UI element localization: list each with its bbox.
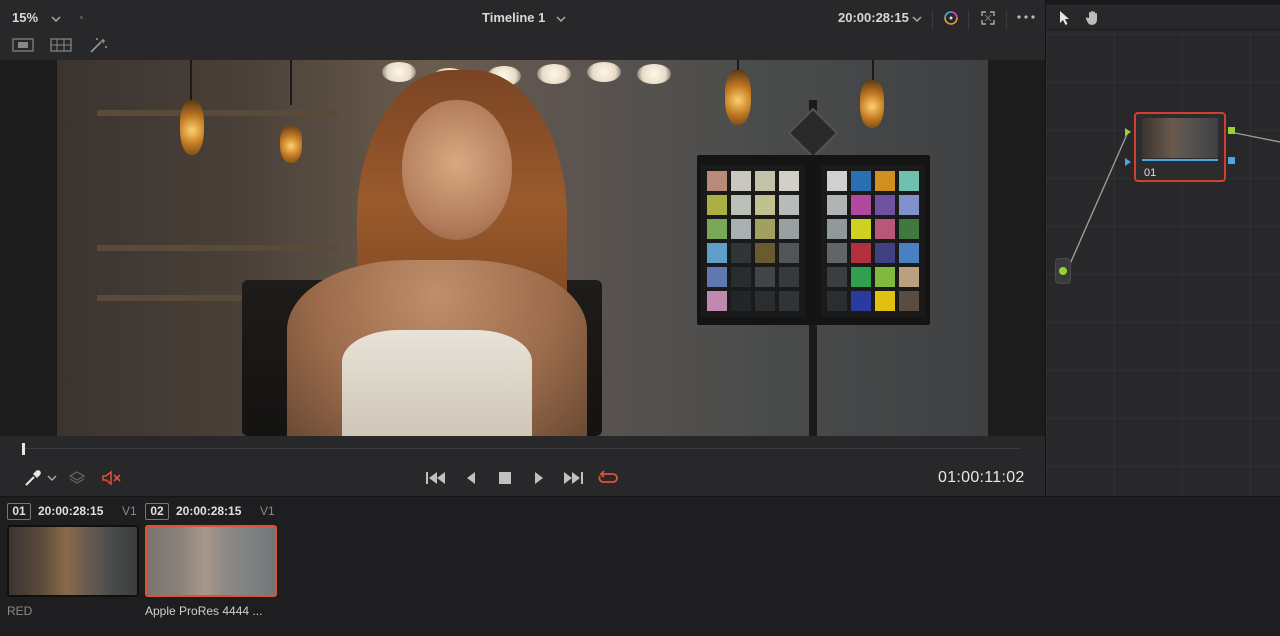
divider (968, 10, 969, 30)
clip-image (9, 527, 137, 595)
shelf (97, 110, 337, 116)
clip-timecode: 20:00:28:15 (176, 504, 242, 518)
viewer-image[interactable] (0, 60, 1045, 436)
clip-timecode: 20:00:28:15 (38, 504, 104, 518)
playhead[interactable] (22, 443, 25, 455)
clips-strip: 01 20:00:28:15 V1 RED 02 20:00:28:15 V1 … (0, 497, 1280, 636)
subject-face (402, 100, 512, 240)
more-options-icon[interactable] (1016, 14, 1036, 20)
clip-thumbnail[interactable] (7, 525, 139, 597)
node-label: 01 (1144, 167, 1157, 179)
speaker-muted-icon[interactable] (101, 469, 123, 487)
chevron-down-icon[interactable] (909, 12, 925, 26)
bulb-cord (872, 60, 874, 80)
source-input-node[interactable] (1055, 258, 1071, 284)
single-viewer-icon[interactable] (12, 38, 34, 52)
mirror-light (537, 64, 571, 84)
color-checker-left (701, 165, 805, 317)
key-output-port[interactable] (1228, 157, 1235, 164)
divider (1006, 10, 1007, 30)
edison-bulb (280, 125, 302, 163)
viewer-panel: 15% Timeline 1 20:00:28:15 01:00:11:02 (0, 0, 1045, 496)
node-thumbnail (1142, 118, 1218, 158)
node-editor-toolbar (1046, 6, 1280, 30)
loop-icon[interactable] (596, 469, 620, 487)
divider (932, 10, 933, 30)
viewer-toolbar (0, 30, 1045, 60)
edison-bulb (725, 70, 751, 125)
chevron-down-icon[interactable] (48, 12, 64, 26)
subject-top (342, 330, 532, 436)
rgb-input-arrow-icon[interactable] (1124, 127, 1132, 137)
node-editor[interactable]: 01 (1046, 6, 1280, 496)
pointer-icon[interactable] (1058, 10, 1072, 26)
play-reverse-icon[interactable] (463, 470, 479, 486)
clip-image (147, 527, 275, 595)
color-wheel-icon[interactable] (941, 9, 961, 27)
clip-item-selected[interactable]: 02 20:00:28:15 V1 Apple ProRes 4444 ... (145, 497, 277, 636)
mirror-light (637, 64, 671, 84)
clip-thumbnail[interactable] (145, 525, 277, 597)
separator-dot (80, 16, 83, 19)
chrome-sphere (787, 107, 839, 159)
input-port[interactable] (1059, 267, 1067, 275)
node-connections (1069, 131, 1280, 265)
shelf (97, 245, 337, 251)
key-input-arrow-icon[interactable] (1124, 157, 1132, 167)
node-key-bar (1142, 159, 1218, 161)
skip-to-start-icon[interactable] (425, 470, 447, 486)
edison-bulb (860, 80, 884, 128)
bulb-cord (190, 60, 192, 100)
play-icon[interactable] (531, 470, 547, 486)
clip-track: V1 (122, 504, 137, 518)
bulb-cord (290, 60, 292, 105)
color-checker-chart (697, 155, 930, 325)
scrubber-track[interactable] (22, 448, 1020, 449)
viewer-header: 15% Timeline 1 20:00:28:15 (0, 6, 1045, 30)
current-timecode: 01:00:11:02 (938, 469, 1025, 486)
hand-icon[interactable] (1084, 9, 1102, 27)
color-checker-right (821, 165, 925, 317)
eyedropper-icon[interactable] (24, 469, 42, 487)
timecode-display[interactable]: 20:00:28:15 (838, 6, 909, 30)
clip-number: 01 (7, 503, 31, 520)
clip-track: V1 (260, 504, 275, 518)
rgb-output-port[interactable] (1228, 127, 1235, 134)
chevron-down-icon[interactable] (46, 473, 58, 483)
video-frame (57, 60, 988, 436)
mirror-light (382, 62, 416, 82)
corrector-node-01[interactable]: 01 (1134, 112, 1226, 182)
clip-name: Apple ProRes 4444 ... (145, 604, 263, 618)
clip-item[interactable]: 01 20:00:28:15 V1 RED (7, 497, 139, 636)
magic-wand-icon[interactable] (88, 36, 108, 54)
skip-to-end-icon[interactable] (562, 470, 584, 486)
stop-icon[interactable] (498, 471, 512, 485)
clip-number: 02 (145, 503, 169, 520)
split-screen-icon[interactable] (50, 38, 72, 52)
clip-name: RED (7, 604, 33, 618)
zoom-level[interactable]: 15% (12, 6, 38, 30)
transport-bar: 01:00:11:02 (0, 436, 1045, 496)
chevron-down-icon[interactable] (553, 12, 569, 26)
edison-bulb (180, 100, 204, 155)
timeline-title[interactable]: Timeline 1 (482, 6, 545, 30)
fullscreen-icon[interactable] (980, 10, 996, 26)
layers-icon[interactable] (68, 469, 86, 487)
mirror-light (587, 62, 621, 82)
